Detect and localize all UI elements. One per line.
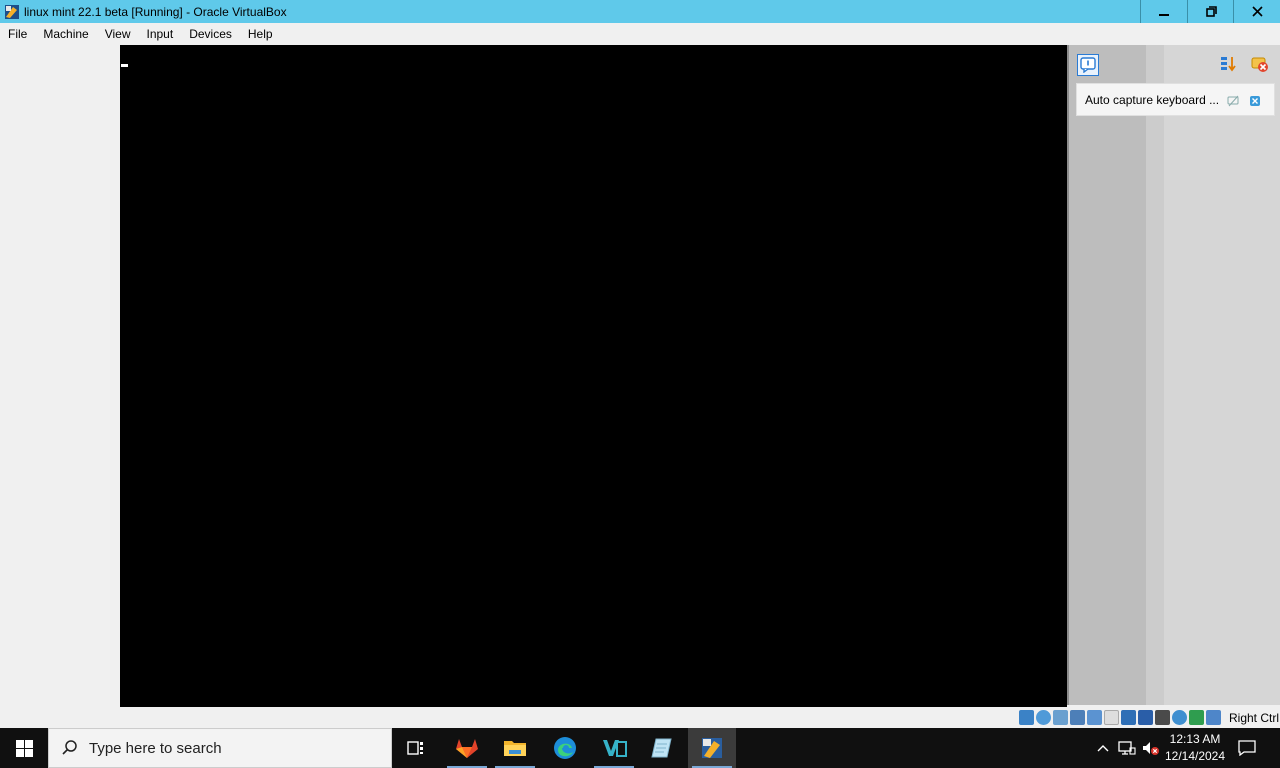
usb-icon[interactable] bbox=[1087, 710, 1102, 725]
panel-divider bbox=[1146, 45, 1164, 705]
menu-file[interactable]: File bbox=[0, 23, 35, 45]
task-view-button[interactable] bbox=[392, 728, 440, 768]
taskbar-app-virtualbox[interactable] bbox=[688, 728, 736, 768]
restore-button[interactable] bbox=[1187, 0, 1234, 23]
taskbar-app-gitlab[interactable] bbox=[443, 728, 491, 768]
taskbar-app-visual-studio[interactable] bbox=[590, 728, 638, 768]
network-tray-button[interactable] bbox=[1116, 728, 1138, 768]
network-icon bbox=[1118, 741, 1136, 755]
message-icon bbox=[1080, 57, 1096, 73]
close-notification-icon[interactable] bbox=[1249, 94, 1261, 106]
notepad-icon bbox=[651, 738, 672, 758]
menu-view[interactable]: View bbox=[97, 23, 139, 45]
guest-additions-icon[interactable] bbox=[1155, 710, 1170, 725]
notification-center-toggle-button[interactable] bbox=[1077, 54, 1099, 76]
taskbar-search-box[interactable]: Type here to search bbox=[48, 728, 392, 768]
taskbar-app-edge[interactable] bbox=[541, 728, 589, 768]
volume-tray-button[interactable] bbox=[1140, 728, 1160, 768]
panel-background bbox=[1164, 45, 1280, 705]
close-button[interactable] bbox=[1233, 0, 1280, 23]
optical-drive-icon[interactable] bbox=[1036, 710, 1051, 725]
menu-bar: File Machine View Input Devices Help bbox=[0, 23, 1280, 45]
network-icon[interactable] bbox=[1070, 710, 1085, 725]
vm-display[interactable] bbox=[120, 45, 1067, 707]
notification-icon bbox=[1238, 740, 1256, 756]
clock-time: 12:13 AM bbox=[1169, 732, 1221, 746]
do-not-show-icon[interactable] bbox=[1227, 94, 1239, 107]
cpu-icon[interactable] bbox=[1172, 710, 1187, 725]
menu-devices[interactable]: Devices bbox=[181, 23, 240, 45]
sort-icon[interactable] bbox=[1219, 54, 1239, 74]
menu-input[interactable]: Input bbox=[139, 23, 182, 45]
visual-studio-icon bbox=[603, 740, 627, 757]
text-cursor bbox=[121, 64, 128, 67]
search-icon bbox=[62, 740, 77, 755]
clock-date: 12/14/2024 bbox=[1164, 749, 1226, 763]
windows-taskbar: Type here to search 12:13 AM 12/14/2024 bbox=[0, 728, 1280, 768]
restore-icon bbox=[1205, 6, 1217, 17]
search-placeholder: Type here to search bbox=[89, 739, 222, 757]
notification-card[interactable]: Auto capture keyboard ... bbox=[1076, 83, 1275, 116]
dismiss-all-icon[interactable] bbox=[1250, 54, 1270, 74]
close-icon bbox=[1251, 6, 1263, 17]
gitlab-icon bbox=[456, 739, 478, 758]
mouse-integration-icon[interactable] bbox=[1189, 710, 1204, 725]
display-icon[interactable] bbox=[1121, 710, 1136, 725]
host-key-label[interactable]: Right Ctrl bbox=[1229, 711, 1279, 725]
virtualbox-app-icon bbox=[4, 4, 20, 20]
action-center-button[interactable] bbox=[1234, 728, 1260, 768]
show-hidden-icons-button[interactable] bbox=[1094, 728, 1112, 768]
shared-folders-icon[interactable] bbox=[1104, 710, 1119, 725]
taskbar-app-file-explorer[interactable] bbox=[491, 728, 539, 768]
task-view-icon bbox=[407, 741, 423, 755]
video-capture-icon[interactable] bbox=[1138, 710, 1153, 725]
start-button[interactable] bbox=[0, 728, 48, 768]
minimize-button[interactable] bbox=[1140, 0, 1187, 23]
volume-muted-icon bbox=[1143, 742, 1159, 755]
hard-disk-icon[interactable] bbox=[1019, 710, 1034, 725]
menu-help[interactable]: Help bbox=[240, 23, 281, 45]
notification-center-panel: Auto capture keyboard ... bbox=[1067, 45, 1280, 705]
taskbar-clock[interactable]: 12:13 AM 12/14/2024 bbox=[1160, 731, 1230, 765]
vm-margin bbox=[0, 45, 120, 707]
chevron-up-icon bbox=[1097, 745, 1109, 752]
taskbar-app-notepad[interactable] bbox=[638, 728, 686, 768]
window-title: linux mint 22.1 beta [Running] - Oracle … bbox=[24, 4, 287, 19]
file-explorer-icon bbox=[504, 741, 526, 756]
vm-status-bar: Right Ctrl bbox=[0, 707, 1280, 728]
minimize-icon bbox=[1159, 13, 1169, 16]
status-indicators bbox=[1019, 710, 1223, 725]
keyboard-capture-icon[interactable] bbox=[1206, 710, 1221, 725]
notification-message: Auto capture keyboard ... bbox=[1085, 92, 1220, 107]
menu-machine[interactable]: Machine bbox=[35, 23, 96, 45]
virtualbox-icon bbox=[702, 738, 722, 758]
edge-icon bbox=[554, 737, 576, 759]
window-titlebar[interactable]: linux mint 22.1 beta [Running] - Oracle … bbox=[0, 0, 1280, 23]
audio-icon[interactable] bbox=[1053, 710, 1068, 725]
windows-logo-icon bbox=[15, 739, 33, 757]
